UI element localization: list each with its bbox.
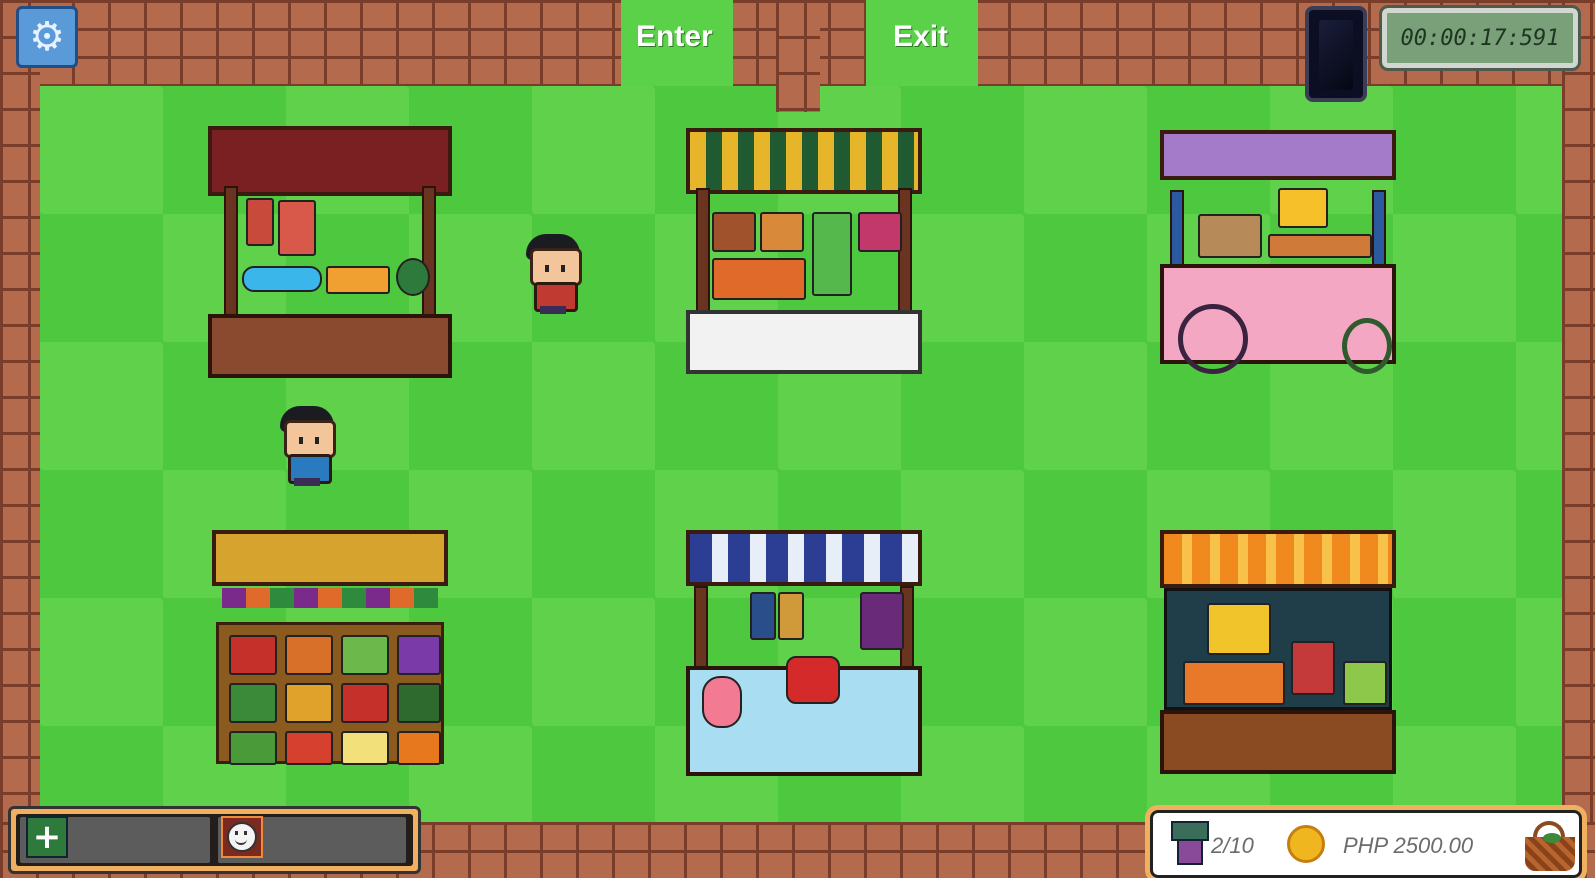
bunting [222, 588, 438, 608]
stall-roof [208, 126, 452, 196]
vegetable-stall[interactable] [212, 530, 448, 774]
veg-crate [397, 683, 441, 723]
veg-crate [397, 635, 441, 675]
veg-crate [229, 635, 277, 675]
crate-goods [216, 622, 444, 765]
npc-face [530, 248, 582, 286]
crab-item [786, 656, 840, 704]
hotbar-inner: + [16, 814, 413, 866]
cart-wheel [1178, 304, 1248, 374]
right-wall [1562, 0, 1595, 878]
banana-item [1278, 188, 1328, 228]
cart-roof [1160, 130, 1396, 180]
fruit-stall[interactable] [1160, 530, 1396, 774]
goods-shelf [760, 212, 804, 252]
cabbage-item [396, 258, 430, 296]
scale-item [812, 212, 852, 296]
rice-grocery-stall[interactable] [686, 128, 922, 374]
fruit-pile [1343, 661, 1387, 705]
stats-panel: 2/10 PHP 2500.00 [1145, 805, 1587, 878]
hanging-fish [778, 592, 804, 640]
veg-crate [341, 731, 389, 765]
settings-button[interactable]: ⚙ [16, 6, 78, 68]
meat-item [278, 200, 316, 256]
hanging-goods [704, 590, 904, 656]
snack-item [1198, 214, 1262, 258]
food-cart-stall[interactable] [1160, 130, 1396, 374]
stall-goods [704, 198, 904, 304]
goods-shelf [712, 212, 756, 252]
shopper-npc[interactable] [522, 234, 584, 314]
phone-icon [1319, 20, 1353, 90]
stall-roof [686, 128, 922, 194]
goods-shelf [858, 212, 902, 252]
seafood-stall[interactable] [686, 530, 922, 776]
veg-crate [285, 731, 333, 765]
basket-icon[interactable] [1525, 821, 1575, 871]
plus-icon: + [32, 817, 62, 857]
add-button[interactable]: + [26, 816, 68, 858]
stall-roof [1160, 530, 1396, 588]
stall-roof [212, 530, 448, 586]
veg-crate [397, 731, 441, 765]
veg-crate [285, 635, 333, 675]
timer-text: 00:00:17:591 [1400, 25, 1560, 51]
veg-crate [341, 635, 389, 675]
hanging-grapes [860, 592, 904, 650]
meat-fish-stall[interactable] [208, 126, 452, 378]
fruit-goods [1164, 588, 1392, 710]
veg-crate [341, 683, 389, 723]
enter-label: Enter [636, 20, 713, 53]
left-wall [0, 0, 40, 878]
door-pillar [776, 0, 820, 112]
produce-item [712, 258, 806, 300]
veg-crate [285, 683, 333, 723]
stall-roof [686, 530, 922, 586]
player-character[interactable] [276, 406, 338, 486]
stall-icon [1171, 821, 1209, 867]
coin-icon [1287, 825, 1325, 863]
snack-item [1268, 234, 1372, 258]
hotbar: + [8, 806, 421, 874]
stalls-visited-counter: 2/10 [1211, 833, 1254, 858]
meat-item [246, 198, 274, 246]
money-balance: PHP 2500.00 [1343, 833, 1474, 858]
fish-item [242, 266, 322, 292]
stall-goods [226, 196, 434, 308]
fruit-pile [1183, 661, 1285, 705]
smiley-face-icon [227, 822, 257, 852]
cart-wheel [1342, 318, 1392, 374]
gear-icon: ⚙ [29, 14, 65, 60]
player-face [284, 420, 336, 458]
stall-counter [208, 314, 452, 378]
phone-button[interactable] [1305, 6, 1367, 102]
game-timer: 00:00:17:591 [1379, 5, 1581, 71]
produce-item [326, 266, 390, 294]
veg-crate [229, 683, 277, 723]
banana-item [1207, 603, 1271, 655]
scale-item [1291, 641, 1335, 695]
hanging-fish [750, 592, 776, 640]
emote-button[interactable] [221, 816, 263, 858]
fish-slice-item [702, 676, 742, 728]
egg-baskets [1160, 710, 1396, 774]
npc-legs [540, 306, 566, 314]
veg-crate [229, 731, 277, 765]
exit-label: Exit [893, 20, 949, 53]
player-legs [294, 478, 320, 486]
rice-sacks [686, 310, 922, 374]
